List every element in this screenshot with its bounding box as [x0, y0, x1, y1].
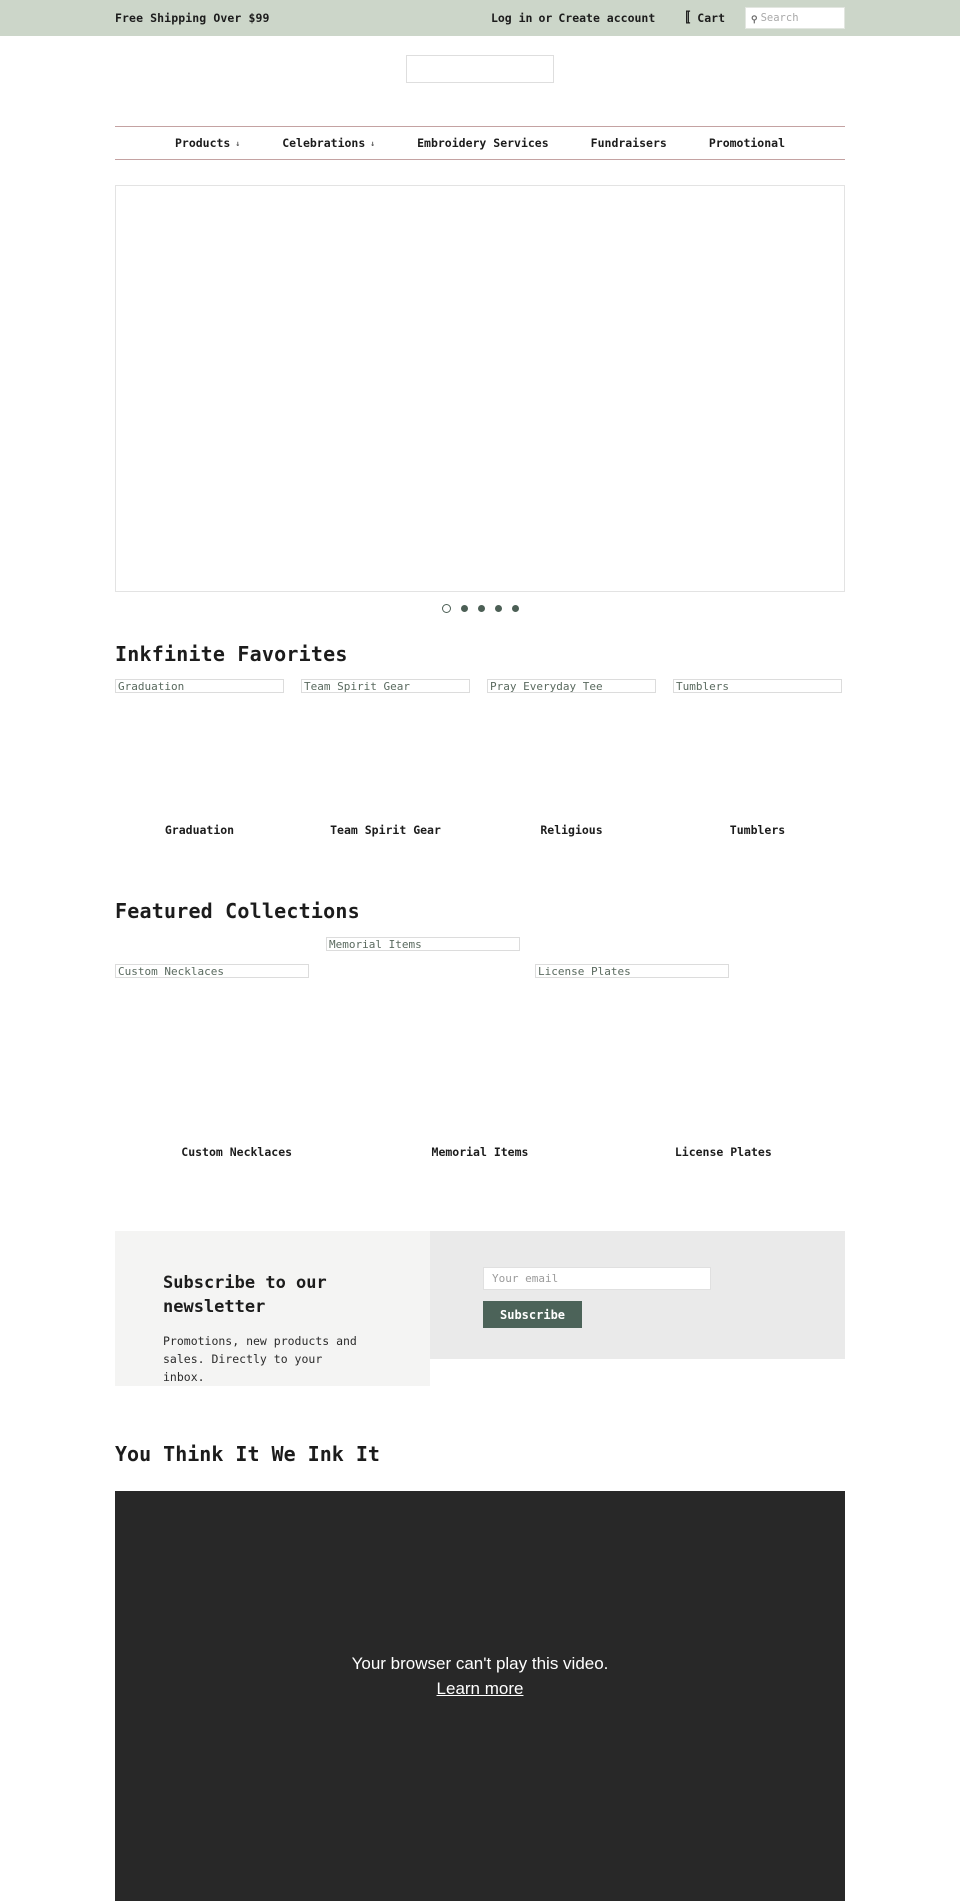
nav-list: Products ↓ Celebrations ↓ Embroidery Service…	[115, 127, 845, 159]
free-shipping-message: Free Shipping Over $99	[115, 11, 270, 25]
newsletter-body: Promotions, new products and sales. Dire…	[163, 1334, 357, 1384]
newsletter-subscribe-button[interactable]: Subscribe	[483, 1301, 583, 1328]
newsletter-email-input[interactable]	[483, 1267, 711, 1290]
slideshow-dot-2[interactable]	[460, 604, 468, 612]
cart-label: Cart	[697, 11, 725, 25]
slideshow-dot-4[interactable]	[494, 604, 502, 612]
favorites-section: Inkfinite Favorites Graduation Graduation…	[115, 642, 845, 837]
favorite-label-2[interactable]: Team Spirit Gear	[301, 823, 470, 837]
featured-image-placeholder-1[interactable]: Custom Necklaces	[115, 964, 309, 978]
video-error-message: Your browser can't play this video. Lear…	[115, 1651, 845, 1701]
nav-item-fundraisers[interactable]: Fundraisers	[570, 136, 688, 150]
favorite-image-placeholder-4[interactable]: Tumblers	[673, 679, 842, 693]
cart-link[interactable]: 〚 Cart	[677, 11, 725, 25]
slideshow-dot-5[interactable]	[511, 604, 519, 612]
nav-item-label: Fundraisers	[590, 136, 667, 150]
nav-item-label: Promotional	[708, 136, 786, 150]
favorite-card[interactable]: Graduation Graduation	[115, 679, 284, 837]
video-section-title: You Think It We Ink It	[115, 1442, 380, 1466]
login-link[interactable]: Log in	[491, 11, 533, 25]
featured-title: Featured Collections	[115, 899, 360, 923]
cart-icon: 〚	[677, 10, 691, 26]
slideshow-dots	[115, 600, 845, 616]
nav-item-label: Products	[174, 136, 231, 150]
favorites-title: Inkfinite Favorites	[115, 642, 348, 666]
search-box[interactable]: ⚲	[745, 7, 845, 29]
featured-label-3[interactable]: License Plates	[602, 1145, 845, 1159]
video-section: You Think It We Ink It Your browser can'…	[115, 1442, 845, 1901]
customer-account-links: Log in or Create account 〚 Cart ⚲	[491, 7, 845, 29]
video-player[interactable]: Your browser can't play this video. Lear…	[115, 1491, 845, 1901]
favorite-label-4[interactable]: Tumblers	[673, 823, 842, 837]
nav-item-label: Embroidery Services	[417, 136, 549, 150]
newsletter-heading: Subscribe to our newsletter	[163, 1273, 327, 1317]
favorite-image-placeholder-2[interactable]: Team Spirit Gear	[301, 679, 470, 693]
favorite-image-placeholder-1[interactable]: Graduation	[115, 679, 284, 693]
chevron-down-icon: ↓	[370, 139, 376, 148]
featured-image-placeholder-3[interactable]: License Plates	[535, 964, 729, 978]
featured-grid: Custom Necklaces Memorial Items License …	[115, 937, 845, 1159]
search-input[interactable]	[760, 8, 844, 28]
nav-item-embroidery-services[interactable]: Embroidery Services	[396, 136, 570, 150]
nav-item-promotional[interactable]: Promotional	[688, 136, 806, 150]
store-logo[interactable]	[406, 55, 554, 83]
nav-item-celebrations[interactable]: Celebrations ↓	[261, 136, 396, 150]
video-learn-more-link[interactable]: Learn more	[437, 1679, 524, 1698]
search-icon: ⚲	[751, 15, 758, 25]
video-error-text: Your browser can't play this video.	[351, 1654, 609, 1673]
favorite-label-1[interactable]: Graduation	[115, 823, 284, 837]
newsletter-section: Subscribe to our newsletter Promotions, …	[115, 1231, 845, 1386]
page-root: Free Shipping Over $99 Log in or Create …	[0, 0, 960, 1901]
logo-area	[0, 36, 960, 102]
favorite-card[interactable]: Tumblers Tumblers	[673, 679, 842, 837]
favorite-image-placeholder-3[interactable]: Pray Everyday Tee	[487, 679, 656, 693]
favorite-card[interactable]: Pray Everyday Tee Religious	[487, 679, 656, 837]
create-account-link[interactable]: Create account	[558, 11, 655, 25]
slideshow-dot-1[interactable]	[441, 603, 451, 613]
newsletter-text-panel: Subscribe to our newsletter Promotions, …	[115, 1231, 430, 1386]
announcement-bar: Free Shipping Over $99 Log in or Create …	[0, 0, 960, 36]
slideshow-dot-3[interactable]	[477, 604, 485, 612]
featured-label-1[interactable]: Custom Necklaces	[115, 1145, 358, 1159]
featured-collections-section: Featured Collections Custom Necklaces Me…	[115, 899, 845, 1159]
newsletter-form-panel: Subscribe	[430, 1231, 845, 1359]
favorite-label-3[interactable]: Religious	[487, 823, 656, 837]
main-navigation: Products ↓ Celebrations ↓ Embroidery Service…	[115, 126, 845, 160]
chevron-down-icon: ↓	[235, 139, 241, 148]
hero-slideshow[interactable]	[115, 185, 845, 592]
favorite-card[interactable]: Team Spirit Gear Team Spirit Gear	[301, 679, 470, 837]
featured-image-placeholder-2[interactable]: Memorial Items	[326, 937, 520, 951]
nav-item-label: Celebrations	[282, 136, 366, 150]
featured-label-2[interactable]: Memorial Items	[358, 1145, 601, 1159]
or-separator: or	[538, 11, 553, 25]
favorites-grid: Graduation Graduation Team Spirit Gear Team…	[115, 679, 845, 837]
featured-labels: Custom Necklaces Memorial Items License …	[115, 1145, 845, 1159]
nav-item-products[interactable]: Products ↓	[154, 136, 261, 150]
announcement-bar-inner: Free Shipping Over $99 Log in or Create …	[115, 0, 845, 36]
